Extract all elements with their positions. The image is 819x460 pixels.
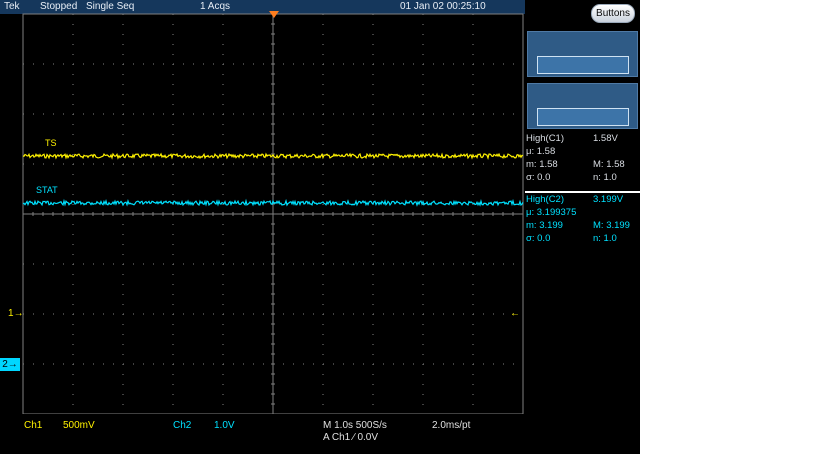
trace-label-ts: TS — [45, 138, 57, 148]
meas-c2-value: 3.199V — [593, 194, 624, 205]
meas-c2-sigma: σ: 0.0 — [526, 233, 551, 244]
graticule — [22, 13, 524, 415]
side-menu-panel-1[interactable] — [527, 31, 638, 77]
meas-c2-mean: μ: 3.199375 — [526, 207, 577, 218]
meas-c1-max: M: 1.58 — [593, 159, 625, 170]
ch2-ground-marker-icon[interactable]: 2→ — [0, 358, 20, 371]
ch1-scale[interactable]: 500mV — [63, 420, 95, 431]
measurement-c2: High(C2) 3.199V μ: 3.199375 m: 3.199 M: … — [525, 194, 640, 252]
ch2-name[interactable]: Ch2 — [173, 420, 191, 431]
trigger-readout[interactable]: A Ch1 ∕ 0.0V — [323, 432, 378, 443]
measurement-divider — [525, 191, 640, 193]
side-menu-slot-1[interactable] — [537, 56, 629, 74]
buttons-button[interactable]: Buttons — [591, 4, 635, 23]
ch2-scale[interactable]: 1.0V — [214, 420, 235, 431]
meas-c1-mean: μ: 1.58 — [526, 146, 556, 157]
oscilloscope-screen: Tek Stopped Single Seq 1 Acqs 01 Jan 02 … — [0, 0, 640, 454]
ch1-name[interactable]: Ch1 — [24, 420, 42, 431]
meas-c1-sigma: σ: 0.0 — [526, 172, 551, 183]
record-readout: 2.0ms/pt — [432, 420, 471, 431]
meas-c2-min: m: 3.199 — [526, 220, 563, 231]
side-menu-panel-2[interactable] — [527, 83, 638, 129]
measurement-c1: High(C1) 1.58V μ: 1.58 m: 1.58 M: 1.58 σ… — [525, 133, 640, 191]
trigger-level-icon: ← — [510, 308, 520, 319]
trace-label-stat: STAT — [36, 185, 58, 195]
meas-c1-title: High(C1) — [526, 133, 565, 144]
ch1-ground-marker-icon[interactable]: 1→ — [8, 308, 24, 319]
bottom-readout: Ch1 500mV Ch2 1.0V M 1.0s 500S/s 2.0ms/p… — [0, 414, 525, 454]
meas-c1-count: n: 1.0 — [593, 172, 617, 183]
meas-c1-value: 1.58V — [593, 133, 618, 144]
timebase-readout[interactable]: M 1.0s 500S/s — [323, 420, 387, 431]
side-menu-slot-2[interactable] — [537, 108, 629, 126]
meas-c1-min: m: 1.58 — [526, 159, 558, 170]
meas-c2-count: n: 1.0 — [593, 233, 617, 244]
meas-c2-title: High(C2) — [526, 194, 565, 205]
trigger-position-icon — [269, 11, 279, 18]
meas-c2-max: M: 3.199 — [593, 220, 630, 231]
